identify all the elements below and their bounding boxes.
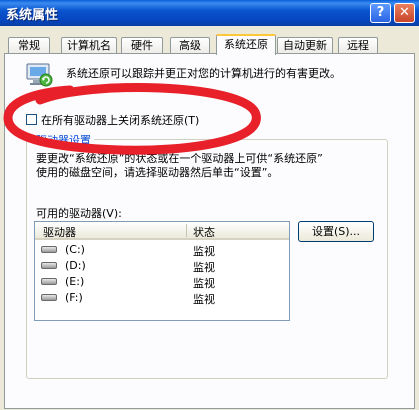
title-bar[interactable]: 系统属性 ? ✕ xyxy=(0,0,419,26)
drive-name: (D:) xyxy=(65,259,86,272)
column-header-drive[interactable]: 驱动器 xyxy=(43,224,76,240)
column-separator xyxy=(186,224,187,237)
description-line-2: 使用的磁盘空间，请选择驱动器然后单击“设置”。 xyxy=(36,166,279,179)
window-title: 系统属性 xyxy=(6,8,59,23)
drive-status: 监视 xyxy=(193,245,215,258)
drive-name: (C:) xyxy=(65,243,85,256)
turn-off-restore-label[interactable]: 在所有驱动器上关闭系统还原(T) xyxy=(41,112,199,128)
list-item[interactable]: (D:) 监视 xyxy=(35,258,289,274)
column-header-status[interactable]: 状态 xyxy=(193,224,215,240)
drive-status: 监视 xyxy=(193,277,215,290)
available-drives-label: 可用的驱动器(V): xyxy=(36,207,122,220)
system-properties-window: 系统属性 ? ✕ 常规 计算机名 硬件 高级 系统还原 自动更新 远程 系统还原… xyxy=(0,0,419,410)
list-item[interactable]: (F:) 监视 xyxy=(35,290,289,306)
tab-strip: 常规 计算机名 硬件 高级 系统还原 自动更新 远程 xyxy=(0,34,419,55)
help-button[interactable]: ? xyxy=(370,3,391,23)
settings-button[interactable]: 设置(S)... xyxy=(298,221,374,242)
list-item[interactable]: (E:) 监视 xyxy=(35,274,289,290)
hard-drive-icon xyxy=(41,262,57,269)
intro-text: 系统还原可以跟踪并更正对您的计算机进行的有害更改。 xyxy=(66,67,341,80)
tab-remote[interactable]: 远程 xyxy=(338,37,378,54)
drive-name: (E:) xyxy=(65,275,85,288)
tab-advanced[interactable]: 高级 xyxy=(170,37,210,54)
list-header: 驱动器 状态 xyxy=(35,222,289,240)
description-line-1: 要更改“系统还原”的状态或在一个驱动器上可供“系统还原” xyxy=(36,152,323,165)
turn-off-restore-checkbox[interactable] xyxy=(26,114,37,125)
drive-settings-title: 驱动器设置 xyxy=(33,132,94,148)
tab-hardware[interactable]: 硬件 xyxy=(121,37,163,54)
drives-list[interactable]: 驱动器 状态 (C:) 监视 (D:) 监视 (E:) 监视 (F:) 监视 xyxy=(34,221,290,321)
tab-general[interactable]: 常规 xyxy=(8,37,50,54)
hard-drive-icon xyxy=(41,294,57,301)
drive-settings-description: 要更改“系统还原”的状态或在一个驱动器上可供“系统还原” 使用的磁盘空间，请选择… xyxy=(36,152,376,180)
list-item[interactable]: (C:) 监视 xyxy=(35,242,289,258)
hard-drive-icon xyxy=(41,278,57,285)
hard-drive-icon xyxy=(41,246,57,253)
close-button[interactable]: ✕ xyxy=(394,3,415,23)
drive-status: 监视 xyxy=(193,261,215,274)
drive-status: 监视 xyxy=(193,293,215,306)
system-restore-icon xyxy=(26,63,53,87)
tab-automatic-updates[interactable]: 自动更新 xyxy=(277,37,333,54)
tab-computer-name[interactable]: 计算机名 xyxy=(61,37,117,54)
tab-system-restore[interactable]: 系统还原 xyxy=(216,34,276,55)
drive-name: (F:) xyxy=(65,291,83,304)
